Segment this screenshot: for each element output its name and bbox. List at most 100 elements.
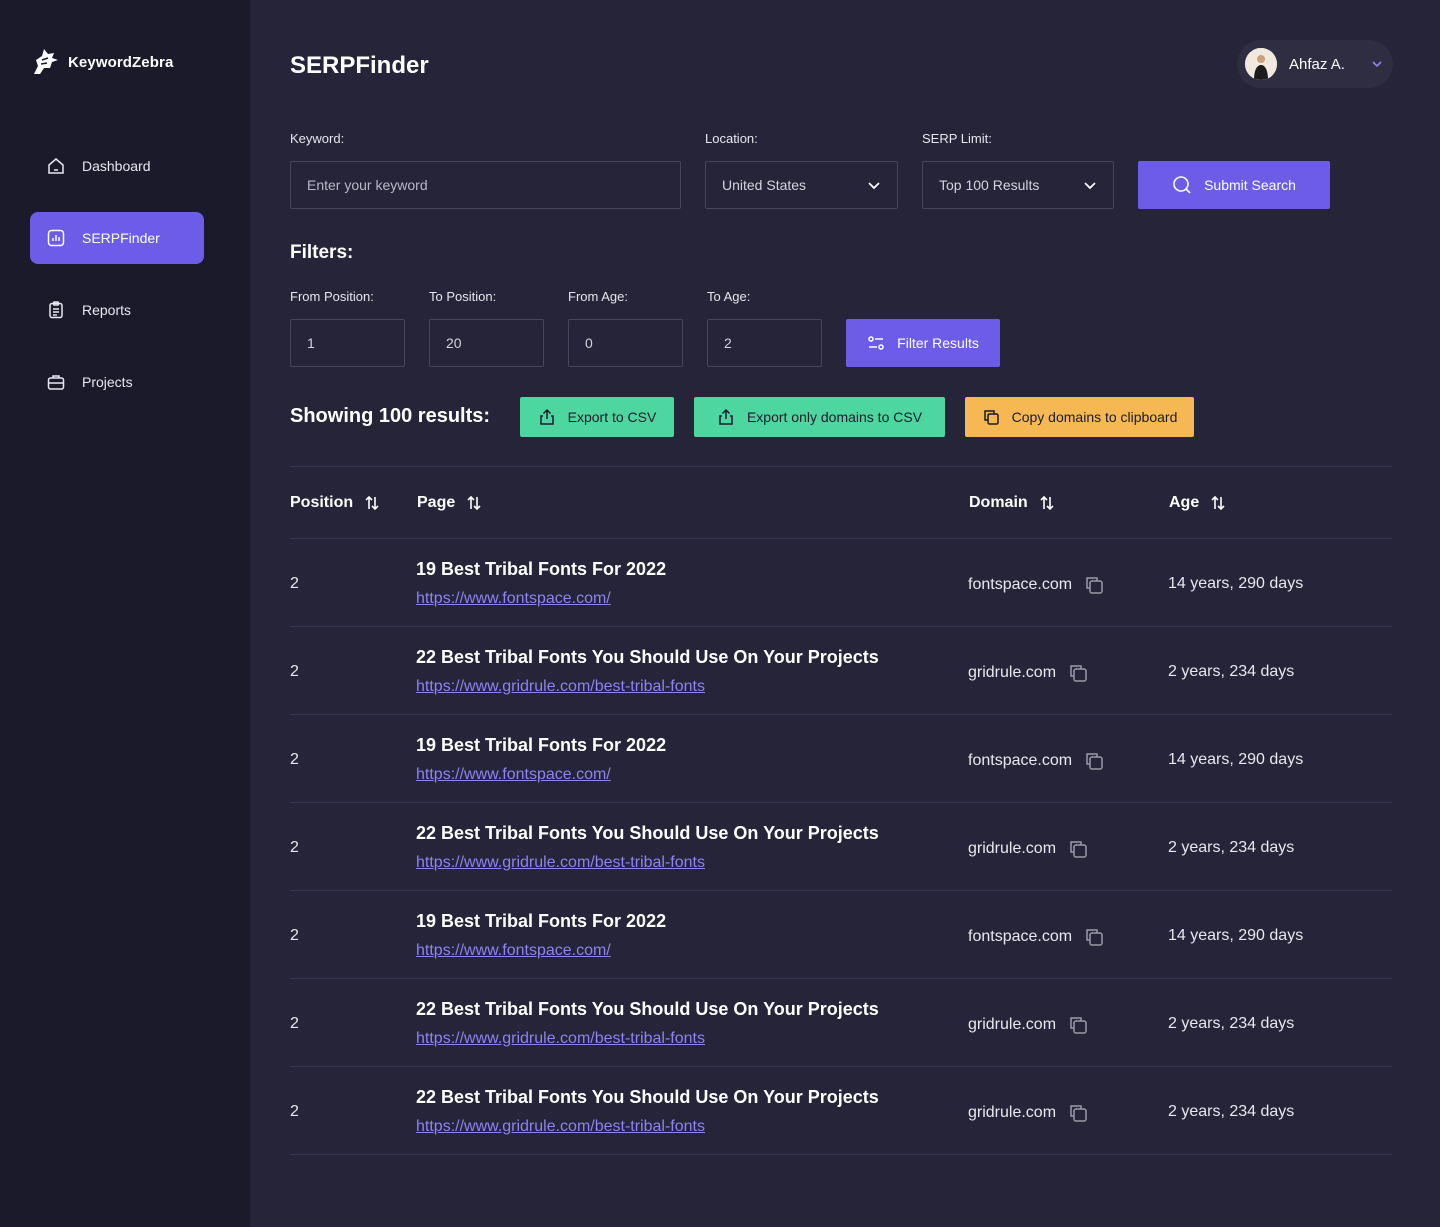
copy-icon[interactable] <box>1068 1103 1088 1123</box>
row-domain: gridrule.com <box>968 663 1088 683</box>
row-domain-text: gridrule.com <box>968 1016 1057 1033</box>
row-domain-text: fontspace.com <box>968 752 1073 769</box>
to-position-input[interactable] <box>429 319 544 367</box>
copy-domains-button[interactable]: Copy domains to clipboard <box>965 397 1194 437</box>
filters-title: Filters: <box>290 242 354 263</box>
zebra-logo-icon <box>34 49 58 74</box>
to-position-label: To Position: <box>429 289 497 304</box>
table-row: 2 22 Best Tribal Fonts You Should Use On… <box>290 803 1392 891</box>
from-position-input[interactable] <box>290 319 405 367</box>
table-row: 2 22 Best Tribal Fonts You Should Use On… <box>290 1067 1392 1155</box>
sidebar-item-label: Projects <box>82 374 133 390</box>
export-csv-button[interactable]: Export to CSV <box>520 397 674 437</box>
user-avatar-icon <box>1245 48 1277 80</box>
row-page-title: 22 Best Tribal Fonts You Should Use On Y… <box>416 1087 879 1107</box>
export-csv-label: Export to CSV <box>567 409 657 425</box>
copy-icon[interactable] <box>1068 663 1088 683</box>
chart-icon <box>47 229 65 247</box>
row-page-title: 22 Best Tribal Fonts You Should Use On Y… <box>416 823 879 843</box>
sidebar-item-label: SERPFinder <box>82 230 160 246</box>
sidebar-item-reports[interactable]: Reports <box>30 284 204 336</box>
from-age-input[interactable] <box>568 319 683 367</box>
row-domain: fontspace.com <box>968 927 1104 947</box>
table-header: Position Page Domain Age <box>290 466 1392 539</box>
copy-icon[interactable] <box>1068 839 1088 859</box>
copy-icon[interactable] <box>1084 751 1104 771</box>
row-domain-text: gridrule.com <box>968 840 1057 857</box>
row-age: 2 years, 234 days <box>1168 839 1295 856</box>
to-age-input[interactable] <box>707 319 822 367</box>
serp-limit-select[interactable]: Top 100 Results <box>922 161 1114 209</box>
row-page-url[interactable]: https://www.gridrule.com/best-tribal-fon… <box>416 854 705 872</box>
column-header-position[interactable]: Position <box>290 494 379 512</box>
row-page-url[interactable]: https://www.fontspace.com/ <box>416 942 611 960</box>
row-page-url[interactable]: https://www.fontspace.com/ <box>416 590 611 608</box>
row-page-url[interactable]: https://www.gridrule.com/best-tribal-fon… <box>416 1118 705 1136</box>
results-count: Showing 100 results: <box>290 405 491 427</box>
copy-icon <box>983 410 999 425</box>
column-header-age[interactable]: Age <box>1169 494 1225 512</box>
column-header-label: Page <box>417 494 456 511</box>
column-header-page[interactable]: Page <box>417 494 481 512</box>
row-position: 2 <box>290 1015 299 1032</box>
copy-icon[interactable] <box>1068 1015 1088 1035</box>
user-name: Ahfaz A. <box>1289 55 1345 73</box>
row-position: 2 <box>290 839 299 856</box>
sidebar-item-serpfinder[interactable]: SERPFinder <box>30 212 204 264</box>
filter-results-button[interactable]: Filter Results <box>846 319 1000 367</box>
row-position: 2 <box>290 663 299 680</box>
from-age-label: From Age: <box>568 289 628 304</box>
submit-search-label: Submit Search <box>1204 177 1296 193</box>
chevron-down-icon <box>868 182 880 190</box>
row-page-url[interactable]: https://www.gridrule.com/best-tribal-fon… <box>416 678 705 696</box>
column-header-label: Age <box>1169 494 1200 511</box>
filter-results-label: Filter Results <box>897 335 979 351</box>
share-icon <box>719 408 733 425</box>
row-domain-text: gridrule.com <box>968 1104 1057 1121</box>
row-domain: gridrule.com <box>968 1015 1088 1035</box>
row-age: 2 years, 234 days <box>1168 1015 1295 1032</box>
column-header-label: Position <box>290 494 354 511</box>
table-row: 2 22 Best Tribal Fonts You Should Use On… <box>290 627 1392 715</box>
row-page-title: 19 Best Tribal Fonts For 2022 <box>416 735 667 755</box>
keyword-input[interactable] <box>290 161 681 209</box>
location-select[interactable]: United States <box>705 161 898 209</box>
row-position: 2 <box>290 751 299 768</box>
table-row: 2 19 Best Tribal Fonts For 2022 https://… <box>290 539 1392 627</box>
briefcase-icon <box>47 375 65 390</box>
export-domains-button[interactable]: Export only domains to CSV <box>694 397 945 437</box>
table-row: 2 22 Best Tribal Fonts You Should Use On… <box>290 979 1392 1067</box>
app-name: KeywordZebra <box>68 53 174 71</box>
row-domain: fontspace.com <box>968 751 1104 771</box>
row-page-title: 19 Best Tribal Fonts For 2022 <box>416 911 667 931</box>
row-page-url[interactable]: https://www.gridrule.com/best-tribal-fon… <box>416 1030 705 1048</box>
user-menu[interactable]: Ahfaz A. <box>1237 40 1393 88</box>
from-position-label: From Position: <box>290 289 374 304</box>
row-page-title: 22 Best Tribal Fonts You Should Use On Y… <box>416 999 879 1019</box>
location-value: United States <box>722 177 807 193</box>
copy-icon[interactable] <box>1084 575 1104 595</box>
results-table: Position Page Domain Age 2 19 Best Triba… <box>290 466 1392 1155</box>
column-header-domain[interactable]: Domain <box>969 494 1054 512</box>
app-logo[interactable]: KeywordZebra <box>30 46 173 78</box>
sidebar-item-label: Reports <box>82 302 132 318</box>
row-domain-text: gridrule.com <box>968 664 1057 681</box>
row-age: 2 years, 234 days <box>1168 1103 1295 1120</box>
clipboard-icon <box>49 301 63 319</box>
copy-icon[interactable] <box>1084 927 1104 947</box>
submit-search-button[interactable]: Submit Search <box>1138 161 1330 209</box>
row-position: 2 <box>290 1103 299 1120</box>
sidebar-item-projects[interactable]: Projects <box>30 356 204 408</box>
row-domain-text: fontspace.com <box>968 576 1073 593</box>
page-title: SERPFinder <box>290 52 429 79</box>
row-age: 2 years, 234 days <box>1168 663 1295 680</box>
chevron-down-icon <box>1084 182 1096 190</box>
sort-icon <box>365 495 379 511</box>
sidebar-item-dashboard[interactable]: Dashboard <box>30 140 204 192</box>
serp-limit-value: Top 100 Results <box>939 177 1040 193</box>
row-domain: gridrule.com <box>968 1103 1088 1123</box>
row-age: 14 years, 290 days <box>1168 575 1304 592</box>
row-age: 14 years, 290 days <box>1168 927 1304 944</box>
row-page-url[interactable]: https://www.fontspace.com/ <box>416 766 611 784</box>
export-domains-label: Export only domains to CSV <box>746 409 923 425</box>
